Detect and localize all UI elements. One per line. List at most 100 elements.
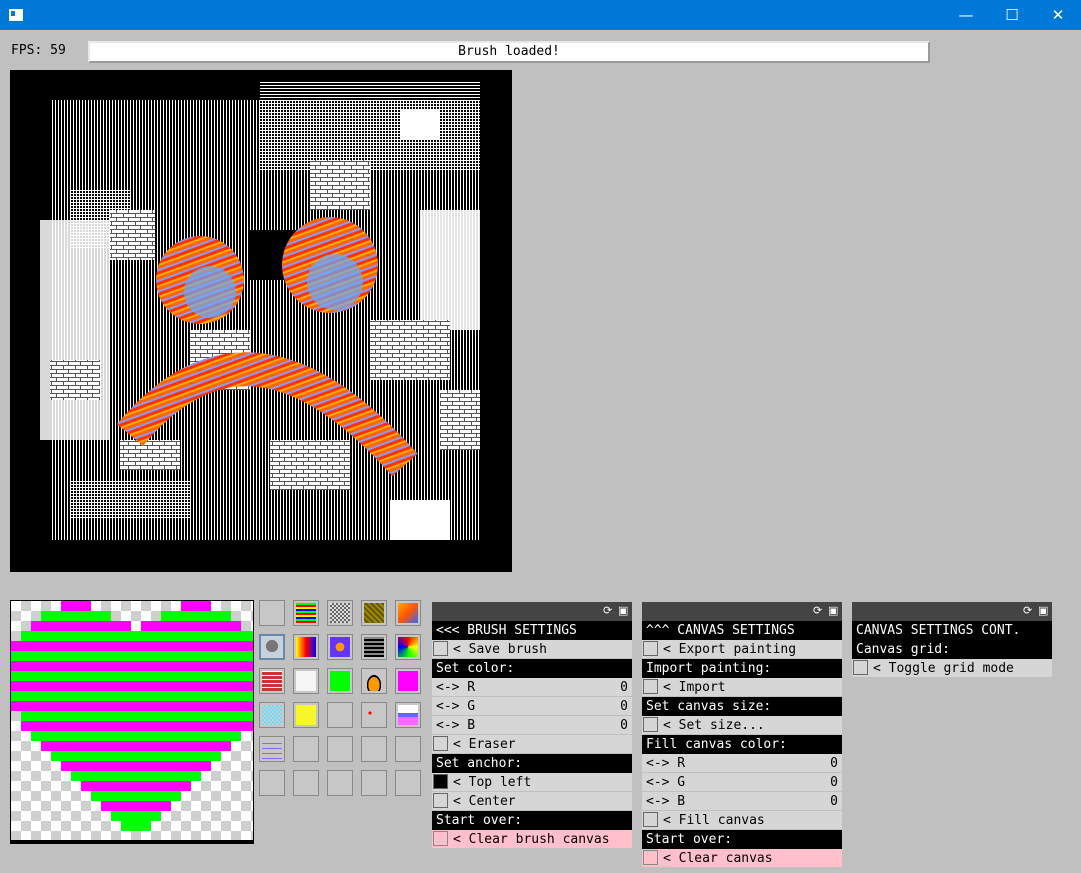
close-button[interactable]: ✕ — [1035, 0, 1081, 30]
toggle-grid-mode-button[interactable]: < Toggle grid mode — [852, 659, 1052, 678]
eraser-button[interactable]: < Eraser — [432, 735, 632, 754]
export-painting-button[interactable]: < Export painting — [642, 640, 842, 659]
brush-preview[interactable] — [10, 600, 254, 844]
brush-slot-arch-orange[interactable] — [361, 668, 387, 694]
brush-slot-cyan-noise[interactable] — [259, 702, 285, 728]
button-label: < Center — [453, 794, 516, 809]
brush-slot-brown-noise[interactable] — [361, 600, 387, 626]
color-channel-slider[interactable]: <-> R 0 — [432, 678, 632, 697]
painting-canvas[interactable] — [10, 70, 512, 572]
brush-slot-red-dots[interactable] — [361, 702, 387, 728]
brush-slot-blank[interactable] — [293, 736, 319, 762]
brush-slot-checker-gray[interactable] — [327, 600, 353, 626]
brush-thumbnail — [398, 671, 418, 691]
brush-slot-wave-black[interactable] — [361, 634, 387, 660]
fill-canvas-button[interactable]: < Fill canvas — [642, 811, 842, 830]
brush-slot-blank[interactable] — [259, 600, 285, 626]
section-header: Start over: — [432, 811, 632, 830]
save-icon[interactable]: ▣ — [828, 605, 839, 616]
button-label: < Clear canvas — [663, 851, 773, 866]
checkbox[interactable] — [643, 850, 658, 865]
button-label: < Eraser — [453, 737, 516, 752]
checkbox[interactable] — [643, 812, 658, 827]
settings-panel-3: ⟳ ▣ CANVAS SETTINGS CONT. Canvas grid: < Tog… — [852, 602, 1052, 678]
brush-slot-blank[interactable] — [395, 736, 421, 762]
settings-panel-2: ⟳ ▣ ^^^ CANVAS SETTINGS < Export painting Im… — [642, 602, 842, 868]
button-label: < Clear brush canvas — [453, 832, 610, 847]
clear-canvas-button[interactable]: < Clear canvas — [642, 849, 842, 868]
minimize-button[interactable]: — — [943, 0, 989, 30]
center-button[interactable]: < Center — [432, 792, 632, 811]
section-header: Canvas grid: — [852, 640, 1052, 659]
title-bar: — ☐ ✕ — [0, 0, 1081, 30]
brush-slot-blank[interactable] — [293, 770, 319, 796]
panel-title: CANVAS SETTINGS CONT. — [852, 621, 1052, 640]
brush-slot-green[interactable] — [327, 668, 353, 694]
checkbox[interactable] — [643, 679, 658, 694]
clear-brush-canvas-button[interactable]: < Clear brush canvas — [432, 830, 632, 849]
settings-panel-1: ⟳ ▣ <<< BRUSH SETTINGS < Save brush Set colo… — [432, 602, 632, 849]
brush-slot-rainbow-dots[interactable] — [327, 634, 353, 660]
checkbox[interactable] — [643, 641, 658, 656]
save-brush-button[interactable]: < Save brush — [432, 640, 632, 659]
brush-slot-purple-lines[interactable] — [259, 736, 285, 762]
color-channel-slider[interactable]: <-> B 0 — [432, 716, 632, 735]
set-size-button[interactable]: < Set size... — [642, 716, 842, 735]
checkbox[interactable] — [433, 831, 448, 846]
app-icon — [9, 9, 23, 21]
brush-slot-blank[interactable] — [327, 702, 353, 728]
section-header: Import painting: — [642, 659, 842, 678]
channel-value: 0 — [830, 756, 838, 771]
save-icon[interactable]: ▣ — [618, 605, 629, 616]
top-left-button[interactable]: < Top left — [432, 773, 632, 792]
channel-label: <-> G — [436, 699, 476, 714]
brush-thumbnail — [330, 637, 350, 657]
brush-thumbnail — [330, 671, 350, 691]
brush-slot-white-noise[interactable] — [293, 668, 319, 694]
brush-slot-rainbow-stripes[interactable] — [293, 600, 319, 626]
refresh-icon[interactable]: ⟳ — [603, 605, 614, 616]
brush-thumbnail — [263, 638, 281, 656]
brush-slot-blank[interactable] — [361, 736, 387, 762]
checkbox[interactable] — [433, 641, 448, 656]
save-icon[interactable]: ▣ — [1038, 605, 1049, 616]
refresh-icon[interactable]: ⟳ — [1023, 605, 1034, 616]
brush-slot-red-bricks[interactable] — [259, 668, 285, 694]
brush-thumbnail — [330, 603, 350, 623]
checkbox[interactable] — [433, 736, 448, 751]
brush-slot-blank[interactable] — [327, 736, 353, 762]
channel-label: <-> G — [646, 775, 686, 790]
brush-slot-rainbow-x[interactable] — [395, 634, 421, 660]
brush-slot-rainbow-gradient[interactable] — [293, 634, 319, 660]
brush-slot-diagonal-rainbow[interactable] — [395, 600, 421, 626]
brush-slot-yellow-noise[interactable] — [293, 702, 319, 728]
brush-slot-heart[interactable] — [259, 634, 285, 660]
heart-brush-image — [11, 601, 253, 831]
color-channel-slider[interactable]: <-> B 0 — [642, 792, 842, 811]
brush-slot-blank[interactable] — [259, 770, 285, 796]
button-label: < Save brush — [453, 642, 547, 657]
maximize-button[interactable]: ☐ — [989, 0, 1035, 30]
color-channel-slider[interactable]: <-> R 0 — [642, 754, 842, 773]
brush-slot-blank[interactable] — [395, 770, 421, 796]
brush-slot-gradient-bar[interactable] — [395, 702, 421, 728]
channel-value: 0 — [830, 794, 838, 809]
brush-slot-blank[interactable] — [327, 770, 353, 796]
brush-thumbnail — [296, 671, 316, 691]
brush-slot-magenta[interactable] — [395, 668, 421, 694]
painting-artwork — [40, 80, 480, 540]
panel-title: ^^^ CANVAS SETTINGS — [642, 621, 842, 640]
checkbox[interactable] — [433, 793, 448, 808]
color-channel-slider[interactable]: <-> G 0 — [642, 773, 842, 792]
brush-thumbnail — [364, 705, 384, 725]
status-bar: Brush loaded! — [88, 41, 930, 63]
fps-counter: FPS: 59 — [11, 43, 66, 58]
import-button[interactable]: < Import — [642, 678, 842, 697]
brush-thumbnail — [398, 705, 418, 725]
checkbox[interactable] — [433, 774, 448, 789]
checkbox[interactable] — [643, 717, 658, 732]
brush-slot-blank[interactable] — [361, 770, 387, 796]
refresh-icon[interactable]: ⟳ — [813, 605, 824, 616]
color-channel-slider[interactable]: <-> G 0 — [432, 697, 632, 716]
checkbox[interactable] — [853, 660, 868, 675]
